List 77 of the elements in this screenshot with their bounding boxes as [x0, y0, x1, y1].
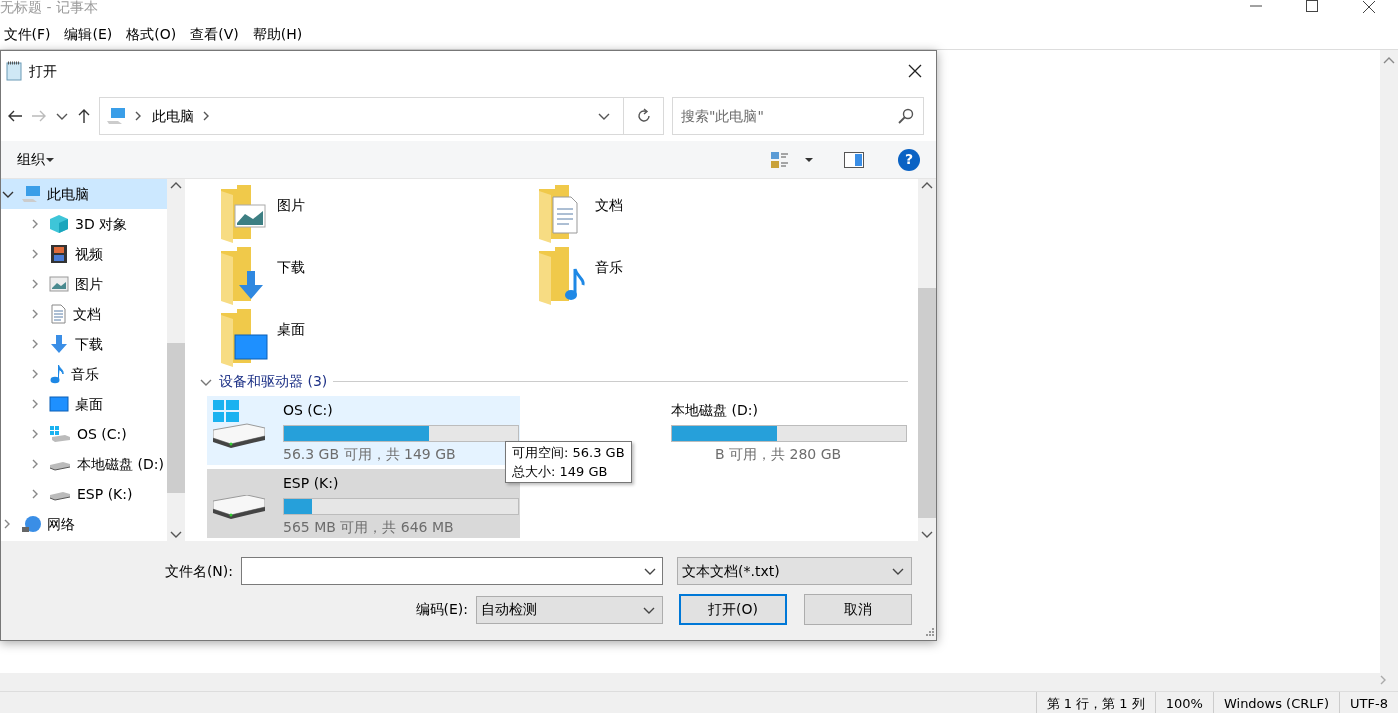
caret-icon[interactable] — [804, 155, 814, 164]
cancel-button[interactable]: 取消 — [804, 594, 912, 625]
drive-space-text: 565 MB 可用，共 646 MB — [283, 518, 455, 537]
tree-item[interactable]: 图片 — [1, 269, 167, 299]
tree-item[interactable]: 网络 — [1, 509, 167, 539]
menu-item[interactable]: 编辑(E) — [64, 24, 113, 45]
tooltip: 可用空间: 56.3 GB 总大小: 149 GB — [505, 441, 632, 483]
status-text: 第 1 行，第 1 列 — [1035, 692, 1155, 713]
scrollbar-thumb[interactable] — [918, 288, 936, 518]
field-label: 编码(E): — [415, 600, 468, 619]
drive-name[interactable]: 本地磁盘 (D:) — [671, 400, 907, 421]
menu-item[interactable]: 查看(V) — [190, 24, 239, 45]
desktop-folder-icon — [219, 307, 269, 367]
folder-item[interactable]: 音乐 — [517, 241, 835, 303]
open-button[interactable]: 打开(O) — [679, 594, 787, 625]
tree-item[interactable]: 音乐 — [1, 359, 167, 389]
maximize-icon[interactable] — [1306, 0, 1318, 12]
refresh-icon[interactable] — [635, 108, 652, 124]
tree-item[interactable]: 视频 — [1, 239, 167, 269]
globe-icon — [21, 515, 41, 533]
music-folder-icon — [537, 245, 587, 305]
window-title: 无标题 - 记事本 — [0, 0, 98, 14]
up-arrow-icon[interactable] — [77, 108, 91, 124]
menu-item[interactable]: 文件(F) — [3, 24, 51, 45]
drive-space-text: B 可用，共 280 GB — [715, 445, 843, 464]
help-button[interactable]: ? — [898, 148, 920, 171]
tree-item[interactable]: OS (C:) — [1, 419, 167, 449]
computer-icon — [21, 185, 41, 203]
scrollbar-thumb[interactable] — [167, 343, 185, 493]
drive-icon — [213, 495, 265, 519]
view-options-icon[interactable] — [770, 150, 790, 169]
film-icon — [49, 244, 69, 264]
tree-item[interactable]: 下载 — [1, 329, 167, 359]
desktop-icon — [49, 395, 69, 413]
organize-menu[interactable]: 组织 — [17, 149, 45, 170]
caret-icon — [45, 155, 55, 164]
file-type-dropdown[interactable]: 文本文档(*.txt) — [677, 557, 912, 585]
status-text: Windows (CRLF) — [1212, 692, 1340, 713]
folder-item[interactable]: 桌面 — [199, 303, 517, 365]
windows-drive-icon — [213, 400, 265, 448]
close-icon[interactable] — [908, 64, 922, 78]
status-text: 100% — [1154, 692, 1213, 713]
folder-item[interactable]: 文档 — [517, 179, 835, 241]
preview-pane-icon[interactable] — [844, 151, 864, 168]
folder-item[interactable]: 下载 — [199, 241, 517, 303]
tree-item[interactable]: 文档 — [1, 299, 167, 329]
filename-field[interactable] — [241, 557, 663, 585]
picture-folder-icon — [219, 183, 269, 243]
drive-name: ESP (K:) — [283, 474, 340, 493]
status-text: UTF-8 — [1339, 692, 1398, 713]
menu-item[interactable]: 格式(O) — [126, 24, 177, 45]
music-note-icon — [49, 364, 65, 384]
cube-icon — [49, 214, 69, 234]
computer-icon — [106, 107, 126, 125]
breadcrumb-link[interactable]: 此电脑 — [152, 105, 194, 127]
close-icon[interactable] — [1362, 0, 1376, 14]
tree-item[interactable]: 桌面 — [1, 389, 167, 419]
windows-drive-icon — [49, 425, 71, 443]
search-field[interactable]: 搜索"此电脑" — [672, 97, 924, 135]
section-header[interactable]: 设备和驱动器 (3) — [219, 371, 328, 392]
drive-name: OS (C:) — [283, 401, 334, 420]
tree-item[interactable]: 此电脑 — [1, 179, 167, 209]
tree-item[interactable]: 本地磁盘 (D:) — [1, 449, 167, 479]
field-label: 文件名(N): — [164, 561, 233, 581]
folder-item[interactable]: 图片 — [199, 179, 517, 241]
tree-item[interactable]: 3D 对象 — [1, 209, 167, 239]
picture-icon — [49, 275, 69, 293]
down-arrow-icon — [49, 334, 69, 354]
search-icon — [898, 108, 914, 124]
back-arrow-icon[interactable] — [7, 109, 23, 123]
encoding-dropdown[interactable]: 自动检测 — [476, 595, 663, 624]
document-icon — [49, 304, 67, 324]
dialog-title: 打开 — [29, 61, 57, 81]
tree-item[interactable]: ESP (K:) — [1, 479, 167, 509]
resize-grip-icon[interactable] — [924, 628, 934, 638]
notepad-icon — [5, 61, 23, 81]
menu-item[interactable]: 帮助(H) — [252, 24, 303, 45]
